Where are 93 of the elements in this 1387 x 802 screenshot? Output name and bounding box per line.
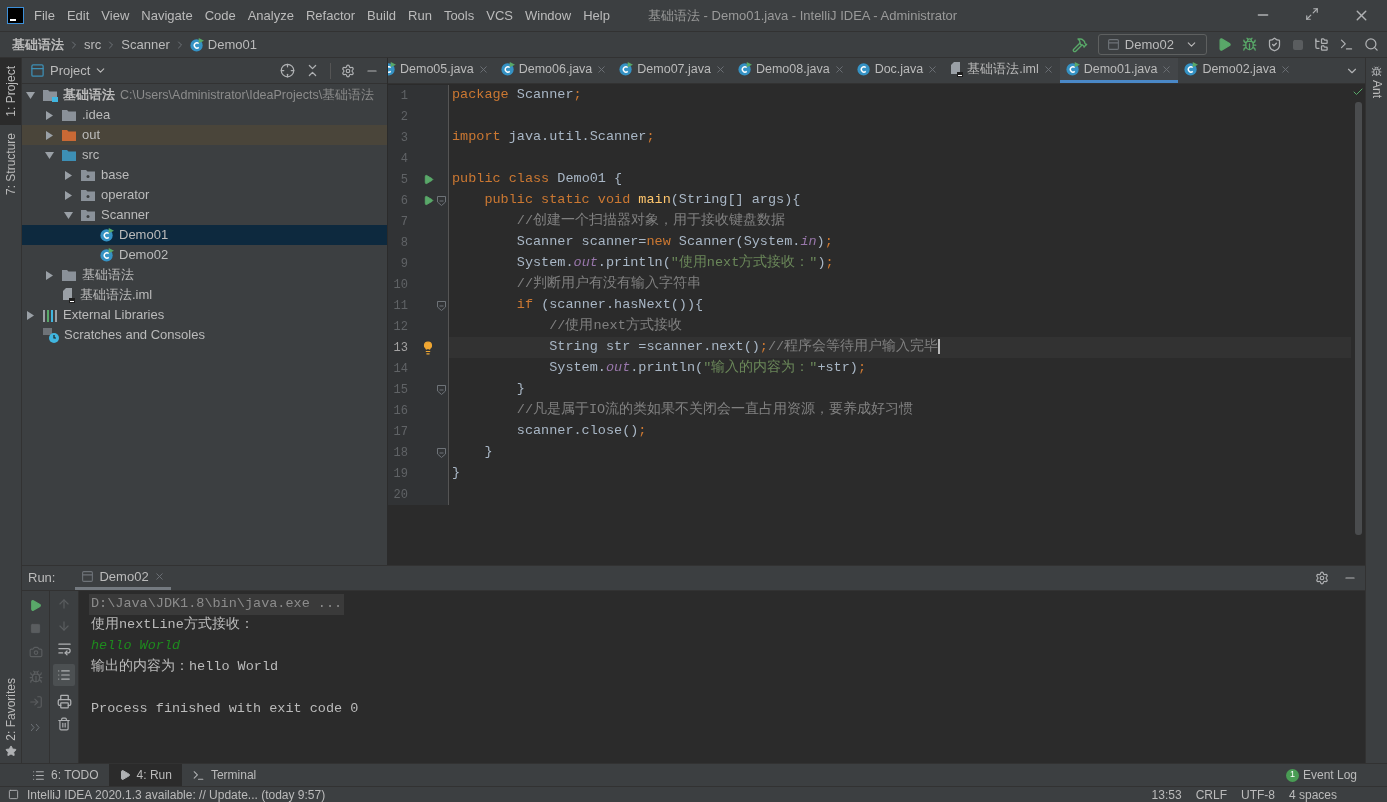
- tree-item-label: External Libraries: [63, 306, 165, 325]
- tree-item-label: src: [82, 146, 100, 165]
- console-input-text: hello World: [90, 637, 182, 656]
- tool-window-tab[interactable]: 6: TODO: [22, 764, 109, 786]
- tree-item[interactable]: out: [22, 125, 387, 145]
- run-configuration-dropdown[interactable]: Demo02: [1097, 34, 1207, 55]
- breadcrumb[interactable]: Demo01: [207, 34, 257, 55]
- editor-tab[interactable]: Demo02.java: [1178, 58, 1298, 83]
- code-line: System.out.println("使用next方式接收：");: [515, 253, 834, 273]
- tool-window-tab[interactable]: 1: Project: [0, 58, 21, 125]
- tree-item-label: Scanner: [101, 206, 150, 225]
- menu-item[interactable]: Edit: [66, 5, 90, 26]
- code-line: import java.util.Scanner;: [451, 128, 655, 147]
- menu-item[interactable]: Tools: [443, 5, 475, 26]
- code-line: scanner.close();: [515, 422, 647, 441]
- notification-count: 1: [1285, 768, 1299, 782]
- breadcrumb[interactable]: 基础语法: [12, 34, 64, 55]
- code-line: //创建一个扫描器对象，用于接收键盘数据: [515, 211, 785, 231]
- tree-item[interactable]: 基础语法: [22, 265, 387, 285]
- status-item[interactable]: 13:53: [1151, 785, 1182, 802]
- menu-item[interactable]: Refactor: [305, 5, 356, 26]
- editor-tab[interactable]: Demo01.java: [1059, 58, 1179, 83]
- window-title: 基础语法 - Demo01.java - IntelliJ IDEA - Administrator: [647, 6, 958, 25]
- code-line: //使用next方式接收: [548, 316, 682, 336]
- line-number: 13: [392, 339, 408, 357]
- breadcrumb[interactable]: src: [84, 34, 102, 55]
- code-line: if (scanner.hasNext()){: [515, 296, 704, 315]
- status-item[interactable]: 4 spaces: [1288, 785, 1337, 802]
- status-item[interactable]: CRLF: [1195, 785, 1227, 802]
- status-item[interactable]: UTF-8: [1240, 785, 1275, 802]
- code-line: }: [483, 443, 493, 462]
- menu-item[interactable]: Build: [367, 5, 396, 26]
- tree-item[interactable]: External Libraries: [22, 305, 387, 325]
- console-output: Process finished with exit code 0: [90, 700, 360, 719]
- run-panel-label: Run:: [28, 569, 56, 588]
- tree-item-label: Demo01: [119, 226, 169, 245]
- tool-window-tab[interactable]: 7: Structure: [0, 124, 21, 203]
- tree-item[interactable]: Scratches and Consoles: [22, 325, 387, 345]
- menu-item[interactable]: Run: [408, 5, 432, 26]
- code-line: package Scanner;: [451, 86, 582, 105]
- code-line: String str =scanner.next();//程序会等待用户输入完毕: [548, 337, 941, 357]
- menu-item[interactable]: Code: [204, 5, 236, 26]
- tool-window-tab[interactable]: Ant: [1367, 66, 1386, 98]
- tree-item[interactable]: 基础语法 C:\Users\Administrator\IdeaProjects\基础语法: [22, 85, 387, 105]
- tree-item-label: out: [82, 126, 101, 145]
- menu-item[interactable]: Analyze: [247, 5, 294, 26]
- code-line: Scanner scanner=new Scanner(System.in);: [515, 233, 833, 252]
- tree-item[interactable]: Demo01: [22, 225, 387, 245]
- console-output: 使用nextLine方式接收：: [90, 615, 255, 635]
- tool-window-tab[interactable]: 4: Run: [108, 764, 182, 786]
- menu-item[interactable]: Window: [524, 5, 572, 26]
- tree-item[interactable]: .idea: [22, 105, 387, 125]
- tree-item-label: 基础语法: [82, 266, 134, 285]
- tool-window-tab[interactable]: 2: Favorites: [0, 672, 21, 763]
- editor-tab[interactable]: Demo06.java: [494, 58, 614, 83]
- code-line: }: [451, 464, 461, 483]
- event-log-tab[interactable]: 1 Event Log: [1285, 764, 1357, 786]
- editor-tab[interactable]: Demo08.java: [731, 58, 851, 83]
- status-message[interactable]: IntelliJ IDEA 2020.1.3 available: // Update... (today 9:57): [27, 785, 326, 802]
- code-line: //凡是属于IO流的类如果不关闭会一直占用资源，要养成好习惯: [515, 400, 914, 420]
- menu-item[interactable]: Help: [583, 5, 610, 26]
- tree-item-label: 基础语法: [63, 86, 115, 105]
- console-output: 输出的内容为：hello World: [90, 657, 280, 677]
- tree-item[interactable]: Demo02: [22, 245, 387, 265]
- breadcrumb[interactable]: Scanner: [121, 34, 170, 55]
- tree-item-label: 基础语法.iml: [80, 286, 153, 305]
- tree-item-label: operator: [101, 186, 150, 205]
- menu-item[interactable]: Navigate: [141, 5, 193, 26]
- menu-item[interactable]: File: [34, 5, 55, 26]
- editor-tab[interactable]: Demo05.java: [388, 58, 495, 83]
- menu-item[interactable]: VCS: [486, 5, 513, 26]
- tool-window-tab[interactable]: Terminal: [181, 764, 267, 786]
- tree-item-label: .idea: [82, 106, 111, 125]
- tree-item[interactable]: 基础语法.iml: [22, 285, 387, 305]
- code-line: System.out.println("输入的内容为："+str);: [548, 358, 866, 378]
- menu-item[interactable]: View: [101, 5, 130, 26]
- code-line: //判断用户有没有输入字符串: [515, 274, 701, 294]
- code-line: public static void main(String[] args){: [483, 191, 801, 210]
- console-command: D:\Java\JDK1.8\bin\java.exe ...: [89, 594, 345, 615]
- editor-tab[interactable]: 基础语法.iml: [944, 58, 1060, 83]
- panel-title[interactable]: Project: [50, 60, 91, 81]
- project-path: C:\Users\Administrator\IdeaProjects\基础语法: [120, 86, 375, 104]
- tree-item[interactable]: base: [22, 165, 387, 185]
- tree-item-label: Scratches and Consoles: [64, 326, 205, 345]
- tree-item[interactable]: Scanner: [22, 205, 387, 225]
- editor-tab[interactable]: Doc.java: [850, 58, 945, 83]
- editor-tab[interactable]: Demo07.java: [613, 58, 732, 83]
- tree-item[interactable]: operator: [22, 185, 387, 205]
- code-line: public class Demo01 {: [451, 170, 623, 189]
- code-line: }: [515, 380, 525, 399]
- tree-item-label: Demo02: [119, 246, 169, 265]
- tree-item[interactable]: src: [22, 145, 387, 165]
- tree-item-label: base: [101, 166, 130, 185]
